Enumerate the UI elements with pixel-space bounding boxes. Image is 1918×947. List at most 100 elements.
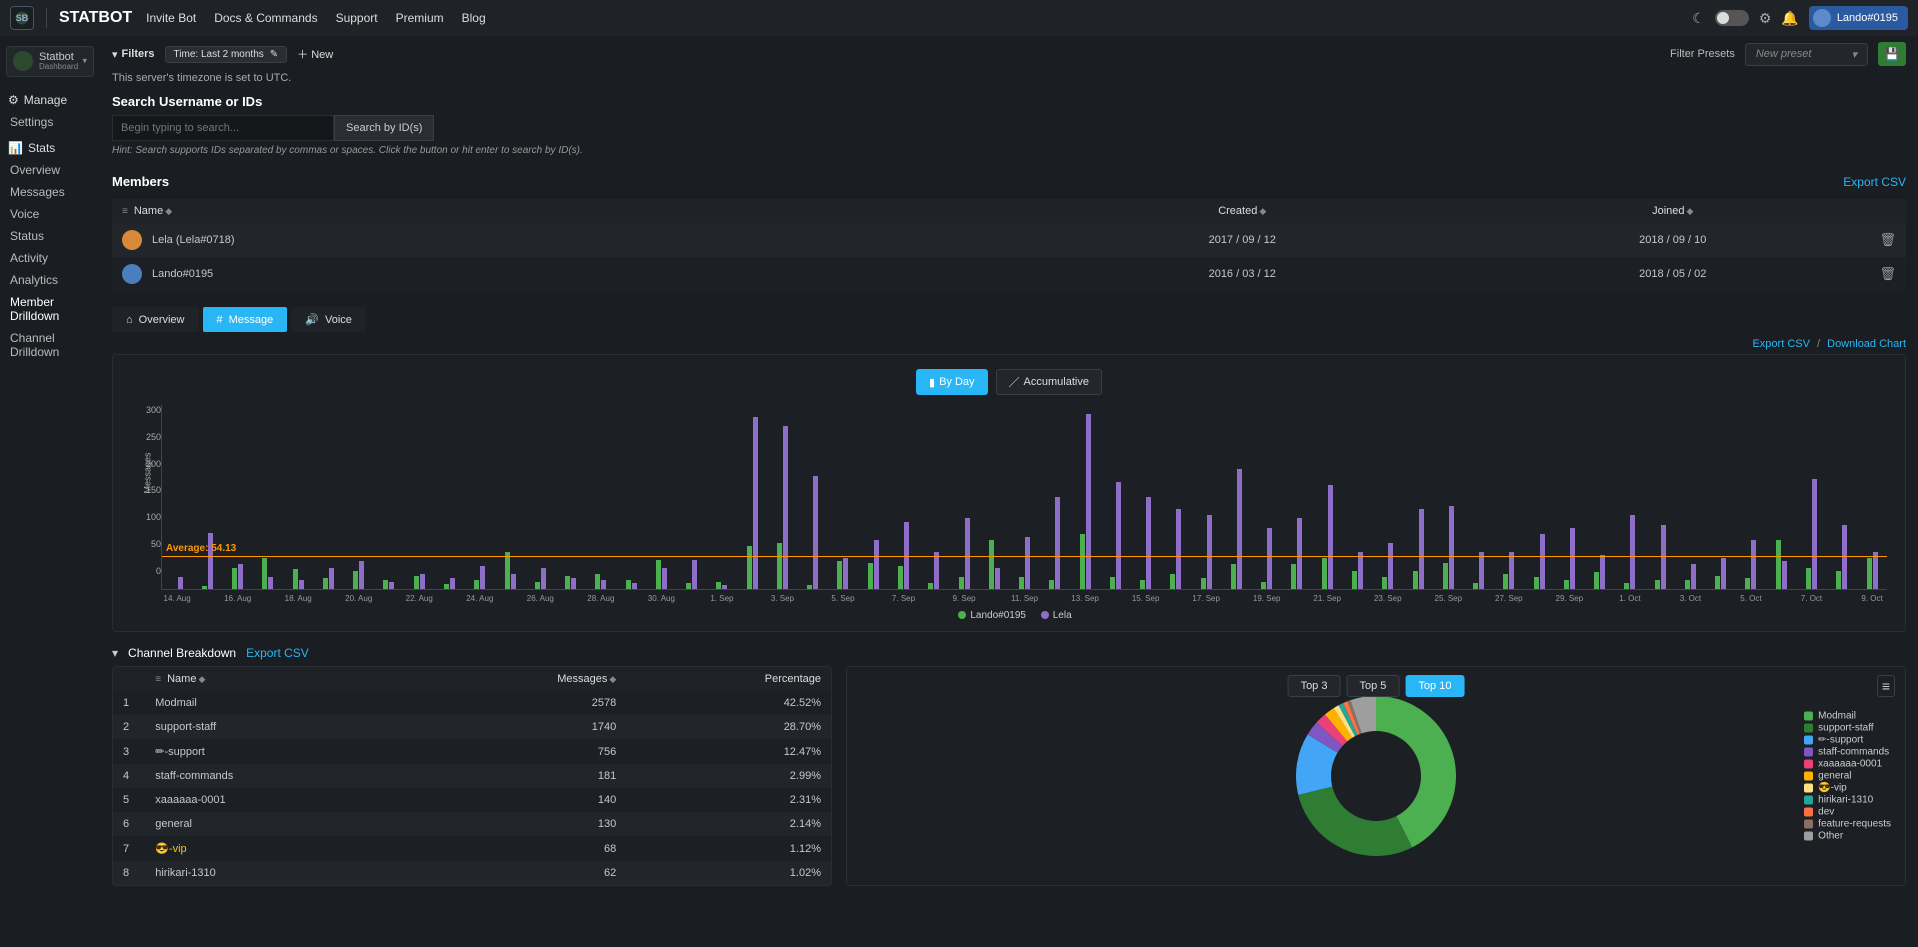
export-csv-link[interactable]: Export CSV <box>1752 338 1809 350</box>
sidebar-item[interactable]: Analytics <box>0 269 100 291</box>
table-row[interactable]: 8hirikari-1310621.02% <box>113 861 831 885</box>
theme-toggle[interactable] <box>1715 10 1749 26</box>
accumulative-button[interactable]: ／Accumulative <box>996 369 1102 395</box>
bar-column: 5. Sep <box>828 405 858 589</box>
sidebar-head-stats: 📊Stats <box>0 137 100 159</box>
search-by-id-button[interactable]: Search by ID(s) <box>334 115 434 141</box>
breakdown-export-link[interactable]: Export CSV <box>246 646 309 660</box>
members-export-link[interactable]: Export CSV <box>1843 175 1906 189</box>
bar-column <box>1342 405 1372 589</box>
sort-icon[interactable]: ◆ <box>198 674 205 684</box>
nav-link[interactable]: Invite Bot <box>146 11 196 25</box>
tab-voice[interactable]: 🔊Voice <box>291 307 366 332</box>
bar-column: 14. Aug <box>162 405 192 589</box>
menu-icon[interactable]: ≡ <box>1877 675 1895 697</box>
members-table: ≡Name◆ Created◆ Joined◆ Lela (Lela#0718)… <box>112 199 1906 291</box>
sort-icon[interactable]: ◆ <box>1687 206 1694 216</box>
filter-chip-time[interactable]: Time: Last 2 months✎ <box>165 46 288 63</box>
byday-button[interactable]: ▮By Day <box>916 369 988 395</box>
bar <box>1655 580 1660 589</box>
bar <box>1413 571 1418 589</box>
nav-links: Invite Bot Docs & Commands Support Premium B… <box>146 11 485 25</box>
table-row[interactable]: 6general1302.14% <box>113 812 831 836</box>
nav-link[interactable]: Docs & Commands <box>214 11 317 25</box>
bar <box>1873 552 1878 589</box>
filter-icon[interactable]: ≡ <box>122 206 128 217</box>
bar-column: 30. Aug <box>646 405 676 589</box>
sort-icon[interactable]: ◆ <box>1259 206 1266 216</box>
bar-column: 22. Aug <box>404 405 434 589</box>
bar-column <box>798 405 828 589</box>
add-filter-button[interactable]: ＋ New <box>297 46 333 62</box>
bar <box>1721 558 1726 589</box>
bar-column <box>1584 405 1614 589</box>
sidebar-item[interactable]: Member Drilldown <box>0 291 100 327</box>
bar <box>656 560 661 589</box>
sidebar-item[interactable]: Overview <box>0 159 100 181</box>
bar <box>632 583 637 589</box>
bar-column <box>737 405 767 589</box>
nav-link[interactable]: Support <box>336 11 378 25</box>
top5-button[interactable]: Top 5 <box>1346 675 1399 697</box>
bar <box>1201 578 1206 589</box>
table-row[interactable]: Lela (Lela#0718)2017 / 09 / 122018 / 09 … <box>112 223 1906 257</box>
sidebar-item[interactable]: Activity <box>0 247 100 269</box>
legend-item: support-staff <box>1804 723 1891 734</box>
bar <box>1140 580 1145 589</box>
bar-column: 27. Sep <box>1494 405 1524 589</box>
bar <box>541 568 546 589</box>
bar <box>1570 528 1575 589</box>
preset-dropdown[interactable]: New preset▾ <box>1745 43 1868 66</box>
bar <box>722 585 727 589</box>
sidebar-item[interactable]: Voice <box>0 203 100 225</box>
bar <box>662 568 667 589</box>
bar-column <box>1827 405 1857 589</box>
chart-icon: 📊 <box>8 141 23 155</box>
search-input[interactable] <box>112 115 334 141</box>
sort-icon[interactable]: ◆ <box>165 206 172 216</box>
legend-item: xaaaaaa-0001 <box>1804 759 1891 770</box>
bar <box>450 578 455 589</box>
top3-button[interactable]: Top 3 <box>1288 675 1341 697</box>
bar <box>329 568 334 589</box>
table-row[interactable]: 2support-staff174028.70% <box>113 715 831 739</box>
table-row[interactable]: 4staff-commands1812.99% <box>113 764 831 788</box>
table-row[interactable]: Lando#01952016 / 03 / 122018 / 05 / 02🗑 <box>112 257 1906 291</box>
bar <box>747 546 752 589</box>
filter-icon[interactable]: ≡ <box>155 674 161 685</box>
nav-link[interactable]: Premium <box>396 11 444 25</box>
bell-icon[interactable]: 🔔 <box>1781 10 1798 27</box>
chevron-down-icon[interactable]: ▾ <box>112 646 118 660</box>
timezone-note: This server's timezone is set to UTC. <box>112 72 1906 84</box>
nav-link[interactable]: Blog <box>462 11 486 25</box>
sort-icon[interactable]: ◆ <box>609 674 616 684</box>
tab-message[interactable]: #Message <box>203 307 288 332</box>
table-row[interactable]: 7😎-vip681.12% <box>113 836 831 861</box>
sidebar-item[interactable]: Status <box>0 225 100 247</box>
gear-icon[interactable]: ⚙ <box>1759 10 1772 27</box>
top-nav: SB STATBOT Invite Bot Docs & Commands Supp… <box>0 0 1918 36</box>
trash-icon[interactable]: 🗑 <box>1879 232 1896 247</box>
sidebar-item[interactable]: Settings <box>0 111 100 133</box>
tab-overview[interactable]: ⌂Overview <box>112 307 199 332</box>
breakdown-title: Channel Breakdown <box>128 646 236 660</box>
bar <box>1207 515 1212 589</box>
bar <box>686 583 691 589</box>
sidebar-item[interactable]: Channel Drilldown <box>0 327 100 363</box>
line-icon: ／ <box>1009 374 1020 390</box>
logo[interactable]: SB STATBOT <box>10 6 132 30</box>
search-hint: Hint: Search supports IDs separated by c… <box>112 145 1906 156</box>
sidebar-item[interactable]: Messages <box>0 181 100 203</box>
server-selector[interactable]: Statbot Dashboard ▾ <box>6 46 94 77</box>
save-preset-button[interactable]: 💾 <box>1878 42 1906 66</box>
download-chart-link[interactable]: Download Chart <box>1827 338 1906 350</box>
trash-icon[interactable]: 🗑 <box>1879 266 1896 281</box>
bar <box>1237 469 1242 589</box>
top10-button[interactable]: Top 10 <box>1405 675 1464 697</box>
user-chip[interactable]: Lando#0195 <box>1809 6 1908 30</box>
table-row[interactable]: 5xaaaaaa-00011402.31% <box>113 788 831 812</box>
table-row[interactable]: 3✏-support75612.47% <box>113 739 831 764</box>
table-row[interactable]: 9dev560.92% <box>113 885 831 886</box>
messages-chart-panel: ▮By Day ／Accumulative Messages 300250200… <box>112 354 1906 632</box>
table-row[interactable]: 1Modmail257842.52% <box>113 691 831 715</box>
